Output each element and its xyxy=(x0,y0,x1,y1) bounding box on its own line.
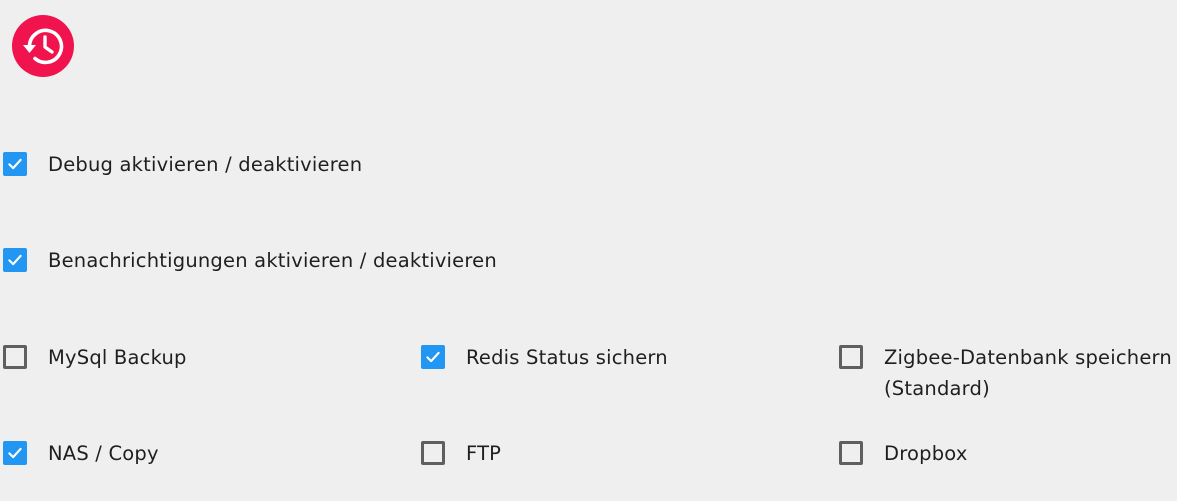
redis-status-checkbox[interactable] xyxy=(421,345,445,369)
backup-restore-icon xyxy=(12,15,74,77)
debug-toggle[interactable]: Debug aktivieren / deaktivieren xyxy=(3,152,362,180)
redis-status-option[interactable]: Redis Status sichern xyxy=(421,345,668,373)
nas-copy-label: NAS / Copy xyxy=(48,442,159,465)
mysql-backup-label: MySql Backup xyxy=(48,346,187,369)
zigbee-db-option[interactable]: Zigbee-Datenbank speichern (Standard) xyxy=(839,345,1172,404)
debug-checkbox[interactable] xyxy=(3,152,27,176)
dropbox-option[interactable]: Dropbox xyxy=(839,441,968,469)
notifications-toggle[interactable]: Benachrichtigungen aktivieren / deaktivi… xyxy=(3,248,497,276)
nas-copy-option[interactable]: NAS / Copy xyxy=(3,441,159,469)
debug-label: Debug aktivieren / deaktivieren xyxy=(48,153,363,176)
notifications-label: Benachrichtigungen aktivieren / deaktivi… xyxy=(48,249,497,272)
ftp-label: FTP xyxy=(466,442,502,465)
redis-status-label: Redis Status sichern xyxy=(466,346,668,369)
notifications-checkbox[interactable] xyxy=(3,248,27,272)
dropbox-label: Dropbox xyxy=(884,442,968,465)
ftp-checkbox[interactable] xyxy=(421,441,445,465)
nas-copy-checkbox[interactable] xyxy=(3,441,27,465)
checkmark-icon xyxy=(8,447,22,459)
checkmark-icon xyxy=(426,351,440,363)
ftp-option[interactable]: FTP xyxy=(421,441,501,469)
dropbox-checkbox[interactable] xyxy=(839,441,863,465)
zigbee-db-label: Zigbee-Datenbank speichern (Standard) xyxy=(884,346,1172,400)
checkmark-icon xyxy=(8,158,22,170)
mysql-backup-option[interactable]: MySql Backup xyxy=(3,345,187,373)
zigbee-db-checkbox[interactable] xyxy=(839,345,863,369)
mysql-backup-checkbox[interactable] xyxy=(3,345,27,369)
checkmark-icon xyxy=(8,254,22,266)
